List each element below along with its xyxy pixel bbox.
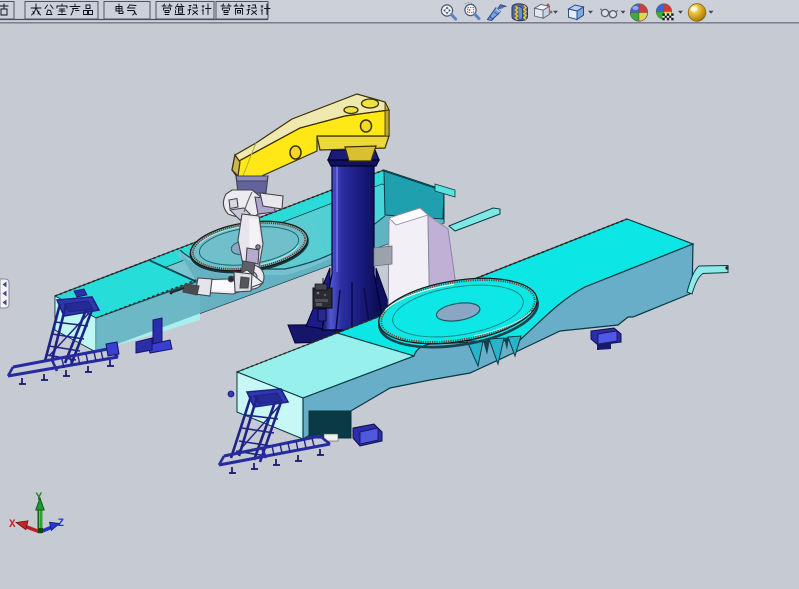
- svg-text:Y: Y: [36, 492, 43, 504]
- svg-text:Z: Z: [58, 518, 65, 530]
- svg-text:X: X: [9, 519, 16, 531]
